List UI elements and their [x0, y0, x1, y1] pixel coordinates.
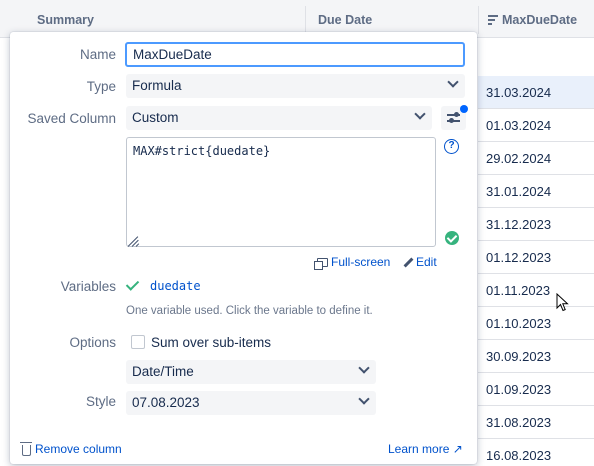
column-config-popup: Name Type Formula Saved Column Custom MA… — [10, 32, 477, 464]
trash-icon — [20, 441, 32, 456]
table-row[interactable]: 16.08.2023 — [478, 439, 594, 466]
edit-label: Edit — [416, 255, 437, 269]
edit-link[interactable]: Edit — [402, 255, 437, 269]
table-row[interactable]: 31.03.2024 — [478, 76, 594, 109]
formula-editor[interactable]: MAX#strict{duedate} — [126, 137, 436, 247]
saved-column-label: Saved Column — [27, 111, 116, 126]
full-screen-icon — [314, 257, 328, 270]
table-row[interactable]: 01.11.2023 — [478, 274, 594, 307]
format-select-value: Date/Time — [132, 364, 194, 379]
question-circle-icon[interactable]: ? — [444, 139, 459, 154]
variable-duedate-link[interactable]: duedate — [150, 279, 201, 293]
formula-icon — [488, 15, 498, 25]
type-label: Type — [86, 79, 116, 94]
column-header-maxduedate[interactable]: MaxDueDate — [488, 13, 577, 27]
table-row[interactable]: 31.01.2024 — [478, 175, 594, 208]
checkmark-icon — [126, 279, 138, 291]
options-label: Options — [69, 335, 116, 350]
type-select[interactable]: Formula — [126, 74, 465, 98]
column-divider — [305, 6, 306, 34]
format-select[interactable]: Date/Time — [126, 360, 376, 384]
table-row[interactable]: 01.10.2023 — [478, 307, 594, 340]
column-divider — [478, 6, 479, 34]
check-circle-icon — [445, 231, 459, 245]
full-screen-label: Full-screen — [331, 255, 391, 269]
full-screen-link[interactable]: Full-screen — [314, 255, 391, 270]
type-select-value: Formula — [132, 78, 182, 93]
saved-column-select[interactable]: Custom — [126, 106, 432, 130]
table-row[interactable]: 01.03.2024 — [478, 109, 594, 142]
table-row[interactable]: 30.09.2023 — [478, 340, 594, 373]
pencil-icon — [402, 257, 413, 268]
style-label: Style — [85, 394, 116, 409]
notification-dot — [460, 105, 468, 113]
sum-over-subitems-checkbox[interactable] — [131, 335, 145, 349]
style-select[interactable]: 07.08.2023 — [126, 391, 376, 415]
column-settings-button[interactable] — [441, 105, 468, 130]
table-row[interactable]: 01.12.2023 — [478, 241, 594, 274]
table-row[interactable]: 29.02.2024 — [478, 142, 594, 175]
learn-more-link[interactable]: Learn more ↗ — [388, 442, 463, 456]
column-header-due-date[interactable]: Due Date — [318, 13, 372, 27]
column-header-summary[interactable]: Summary — [37, 13, 94, 27]
style-select-value: 07.08.2023 — [132, 395, 200, 410]
name-label: Name — [79, 47, 116, 62]
remove-column-button[interactable]: Remove column — [20, 441, 122, 456]
table-row[interactable]: 31.08.2023 — [478, 406, 594, 439]
variables-label: Variables — [60, 279, 116, 294]
chevron-down-icon — [447, 76, 459, 88]
remove-column-label: Remove column — [35, 442, 122, 456]
chevron-down-icon — [358, 393, 370, 405]
saved-column-value: Custom — [132, 110, 179, 125]
column-header-label: MaxDueDate — [502, 13, 578, 27]
resize-grip-icon[interactable] — [127, 234, 140, 247]
chevron-down-icon — [358, 362, 370, 374]
variables-hint: One variable used. Click the variable to… — [126, 305, 373, 317]
table-row[interactable]: 31.12.2023 — [478, 208, 594, 241]
sum-over-subitems-label[interactable]: Sum over sub-items — [151, 335, 271, 350]
chevron-down-icon — [414, 108, 426, 120]
table-row[interactable]: 01.09.2023 — [478, 373, 594, 406]
name-input[interactable] — [125, 42, 465, 67]
